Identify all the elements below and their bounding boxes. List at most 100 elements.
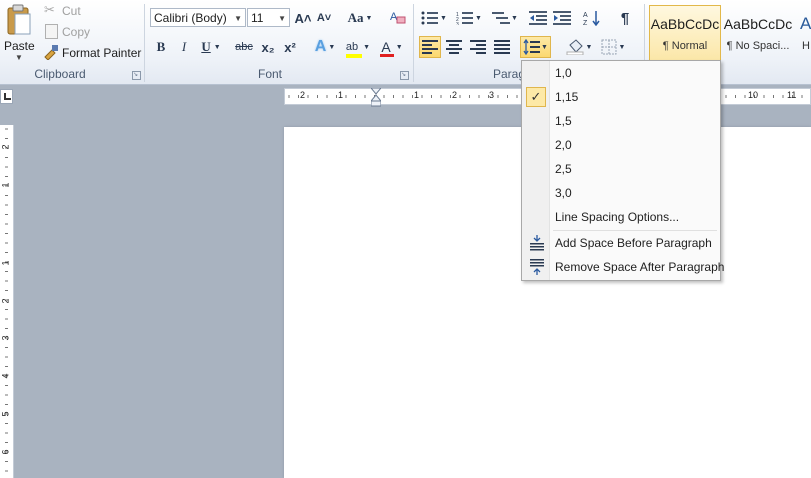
increase-indent-button[interactable] [552, 8, 572, 28]
line-spacing-option-1-0[interactable]: 1,0 [523, 62, 719, 84]
decrease-indent-button[interactable] [528, 8, 548, 28]
chevron-down-icon: ▼ [440, 14, 447, 22]
italic-button[interactable]: I [175, 37, 193, 57]
remove-space-after-item[interactable]: Remove Space After Paragraph [523, 256, 724, 278]
decrease-indent-icon [529, 11, 547, 25]
menu-item-label: 1,0 [555, 66, 572, 80]
highlighter-icon: ab [345, 41, 362, 58]
chevron-down-icon: ▼ [511, 14, 518, 22]
align-left-icon [422, 40, 438, 54]
shrink-font-button[interactable]: A˅ [314, 8, 334, 28]
chevron-down-icon: ▼ [365, 14, 373, 22]
chevron-down-icon: ▼ [475, 14, 482, 22]
ruler-number: 1 [0, 182, 11, 188]
text-effects-icon: A [314, 38, 327, 55]
strikethrough-button[interactable]: abc [232, 37, 256, 57]
chevron-down-icon: ▼ [278, 14, 286, 23]
font-name-combo[interactable]: Calibri (Body) ▼ [150, 8, 246, 27]
font-color-icon: A [380, 39, 395, 57]
underline-glyph: U [201, 39, 211, 54]
borders-button[interactable]: ▼ [598, 37, 628, 57]
line-spacing-option-2-0[interactable]: 2,0 [523, 134, 719, 156]
paste-button[interactable]: Paste ▼ [2, 2, 36, 64]
text-effects-button[interactable]: A ▼ [312, 37, 338, 57]
chevron-down-icon: ▼ [618, 43, 626, 51]
bullets-button[interactable]: ▼ [420, 8, 448, 28]
grow-font-button[interactable]: A˄ [293, 8, 313, 28]
style-name: H [802, 40, 810, 52]
format-painter-icon [44, 45, 58, 60]
multilevel-list-button[interactable]: ▼ [490, 8, 520, 28]
line-spacing-option-1-5[interactable]: 1,5 [523, 110, 719, 132]
subscript-button[interactable]: x₂ [259, 37, 277, 57]
align-left-button[interactable] [419, 36, 441, 58]
svg-text:A: A [583, 12, 588, 19]
paint-bucket-icon [566, 39, 584, 55]
ruler-number: 5 [0, 411, 11, 417]
line-spacing-button[interactable]: ▼ [520, 36, 551, 58]
clear-formatting-button[interactable]: A [386, 7, 408, 27]
ruler-number: 1 [414, 90, 420, 100]
numbering-button[interactable]: 1 2 3 ▼ [454, 8, 484, 28]
clear-formatting-icon: A [390, 11, 406, 24]
vertical-ruler[interactable]: 2 1 1 2 3 4 5 6 [0, 125, 14, 478]
cut-button[interactable]: ✂ Cut [42, 2, 132, 20]
font-dialog-launcher[interactable]: ↘ [400, 71, 409, 80]
ruler-number: 2 [452, 90, 458, 100]
justify-button[interactable] [492, 37, 512, 57]
style-name: ¶ Normal [662, 40, 708, 52]
tab-selector[interactable] [0, 89, 13, 104]
group-divider [144, 4, 145, 82]
scissors-icon: ✂ [44, 2, 55, 17]
style-sample: AaBbCcDc [723, 16, 793, 32]
indent-marker[interactable] [369, 87, 383, 108]
menu-item-label: Line Spacing Options... [555, 210, 680, 224]
remove-space-after-icon [530, 259, 544, 275]
clipboard-dialog-launcher[interactable]: ↘ [132, 71, 141, 80]
change-case-glyph: Aa [347, 10, 364, 25]
justify-icon [494, 40, 510, 54]
copy-label: Copy [62, 25, 91, 39]
add-space-before-item[interactable]: Add Space Before Paragraph [523, 232, 719, 254]
copy-button[interactable]: Copy [42, 23, 132, 41]
borders-icon [601, 39, 617, 55]
align-center-icon [446, 40, 462, 54]
line-spacing-options-item[interactable]: Line Spacing Options... [523, 206, 719, 228]
ruler-number: 3 [0, 335, 11, 341]
bold-button[interactable]: B [152, 37, 170, 57]
ruler-number: 3 [489, 90, 495, 100]
font-size-combo[interactable]: 11 ▼ [247, 8, 290, 27]
superscript-button[interactable]: x² [281, 37, 299, 57]
chevron-down-icon: ▼ [234, 14, 242, 23]
style-normal[interactable]: AaBbCcDc ¶ Normal [649, 5, 721, 61]
show-formatting-button[interactable]: ¶ [614, 8, 636, 28]
font-color-button[interactable]: A ▼ [378, 37, 406, 57]
align-right-button[interactable] [468, 37, 488, 57]
sort-button[interactable]: AZ [582, 8, 602, 28]
align-center-button[interactable] [444, 37, 464, 57]
highlight-color-button[interactable]: ab ▼ [343, 37, 373, 58]
style-no-spacing[interactable]: AaBbCcDc ¶ No Spaci... [722, 5, 794, 61]
underline-button[interactable]: U ▼ [198, 37, 224, 57]
ruler-number: 10 [748, 90, 759, 100]
paste-icon [7, 4, 31, 35]
menu-item-label: 1,15 [555, 90, 579, 104]
svg-text:3: 3 [456, 22, 459, 25]
chevron-down-icon: ▼ [328, 43, 336, 51]
clipboard-group-label: Clipboard [34, 67, 86, 81]
line-spacing-option-3-0[interactable]: 3,0 [523, 182, 719, 204]
ruler-number: 2 [0, 298, 11, 304]
ruler-number: 11 [787, 90, 797, 100]
format-painter-button[interactable]: Format Painter [42, 44, 142, 62]
menu-item-label: Remove Space After Paragraph [555, 260, 725, 274]
line-spacing-menu: 1,0 ✓ 1,15 1,5 2,0 2,5 3,0 Line Spacing … [521, 60, 724, 281]
line-spacing-option-2-5[interactable]: 2,5 [523, 158, 719, 180]
checkmark-icon: ✓ [526, 87, 546, 107]
shading-button[interactable]: ▼ [564, 37, 594, 57]
sort-icon: AZ [583, 11, 600, 26]
copy-icon [45, 24, 58, 39]
line-spacing-option-1-15[interactable]: ✓ 1,15 [523, 86, 719, 108]
chevron-down-icon: ▼ [395, 43, 403, 51]
style-heading-1[interactable]: A H [795, 5, 811, 61]
change-case-button[interactable]: Aa ▼ [346, 8, 374, 28]
